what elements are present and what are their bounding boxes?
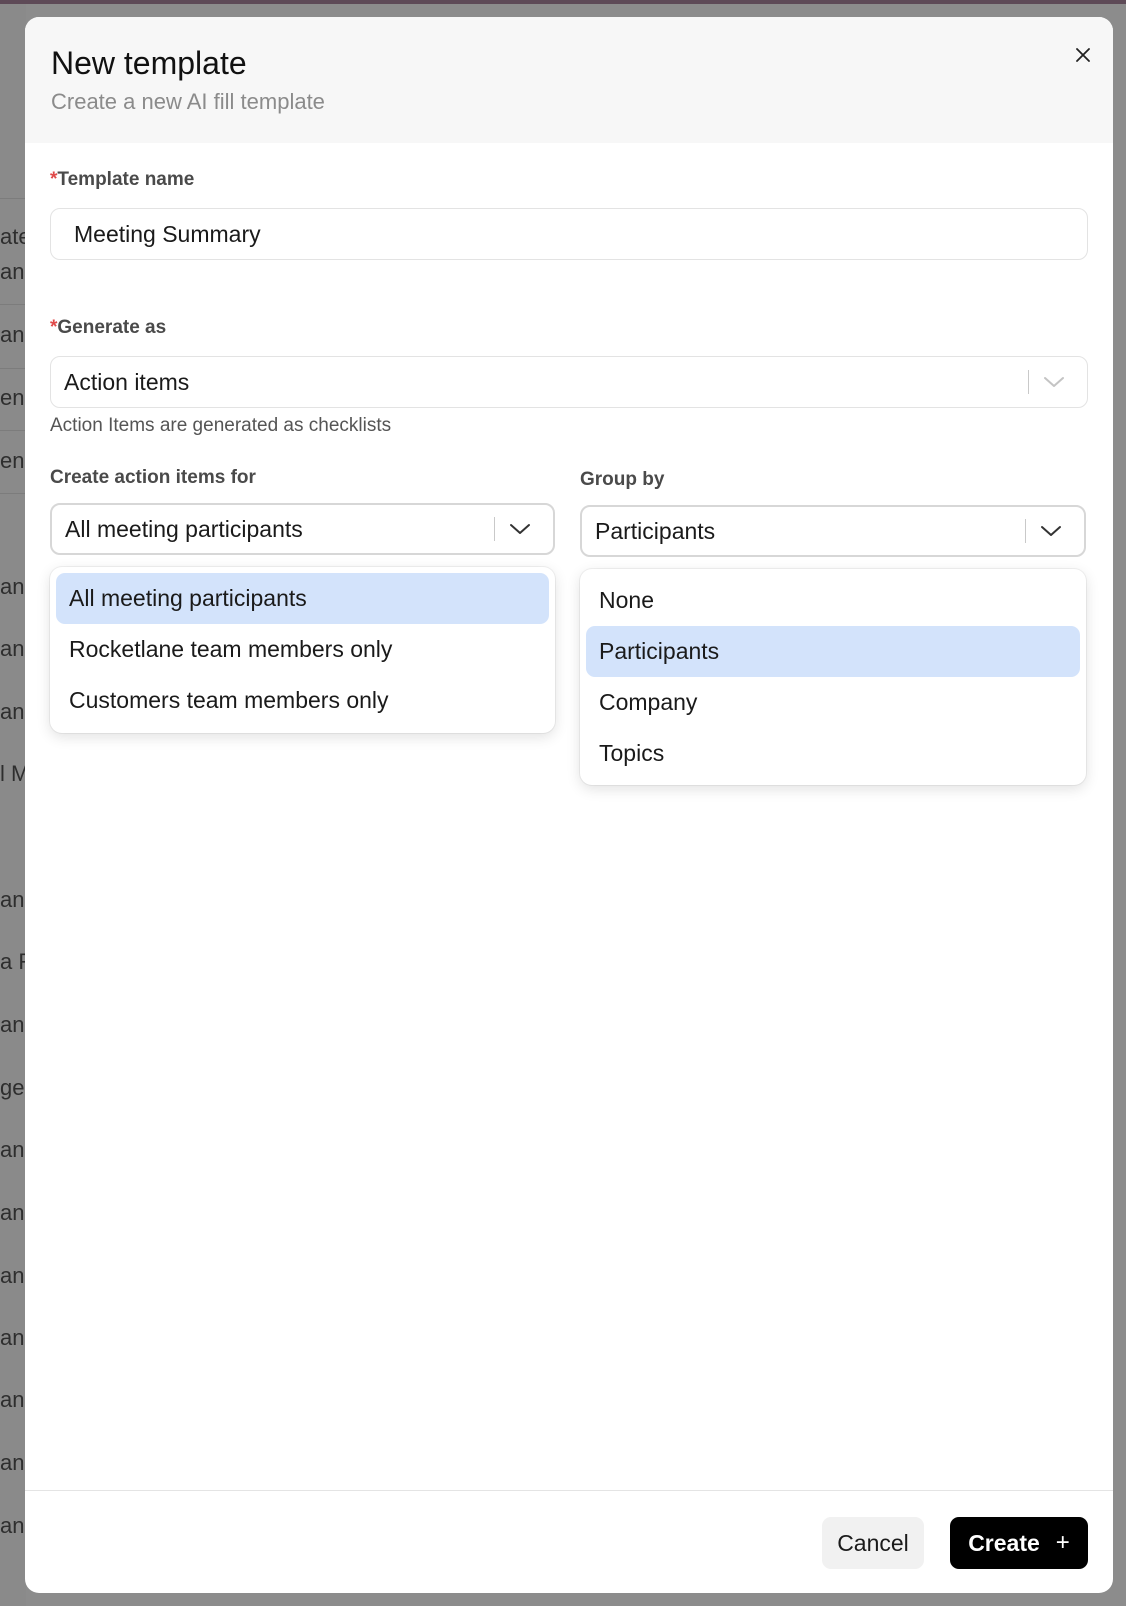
group-by-label: Group by [580,469,665,490]
group-by-menu: None Participants Company Topics [580,569,1086,785]
background-row [0,134,26,199]
group-by-select[interactable]: Participants [580,505,1086,557]
background-text: an [0,1513,25,1538]
create-for-value: All meeting participants [65,515,303,542]
template-name-label-text: Template name [57,169,195,190]
background-text: an [0,574,25,599]
background-text: an [0,1263,25,1288]
plus-icon: + [1055,1529,1070,1556]
select-indicators [1025,507,1084,555]
close-button[interactable] [1069,41,1097,69]
background-text: an [0,1387,25,1412]
footer-divider [25,1490,1113,1491]
background-row [0,366,26,431]
generate-as-value: Action items [64,368,190,395]
create-for-label: Create action items for [50,467,256,488]
template-name-label: *Template name [50,169,194,191]
background-text: an [0,1450,25,1475]
new-template-modal: New template Create a new AI fill templa… [25,17,1113,1593]
template-name-value: Meeting Summary [74,220,261,247]
create-for-option[interactable]: Rocketlane team members only [56,624,549,675]
background-text: gel [0,1075,26,1100]
background-text: a R [0,949,26,974]
background-text: an [0,636,25,661]
background-text: an [0,1137,25,1162]
close-icon [1076,48,1090,62]
create-label: Create [968,1529,1040,1556]
modal-subtitle: Create a new AI fill template [51,89,325,114]
background-text: an [0,1200,25,1225]
background-text: an [0,887,25,912]
create-for-menu: All meeting participants Rocketlane team… [50,567,555,733]
group-by-option[interactable]: Company [586,677,1080,728]
app-top-bar [0,0,1126,4]
generate-as-label: *Generate as [50,317,166,339]
group-by-option[interactable]: None [586,575,1080,626]
background-text: an [0,1012,25,1037]
modal-header: New template Create a new AI fill templa… [25,17,1113,143]
cancel-label: Cancel [837,1529,909,1556]
background-row [0,240,26,305]
indicator-separator [1028,370,1029,394]
indicator-separator [1025,519,1026,543]
create-button[interactable]: Create + [950,1517,1088,1569]
background-text: an [0,699,25,724]
group-by-option[interactable]: Participants [586,626,1080,677]
chevron-down-icon[interactable] [1040,525,1084,537]
background-text: l M [0,761,26,786]
chevron-down-icon[interactable] [1043,376,1087,388]
indicator-separator [494,517,495,541]
background-row [0,304,26,369]
modal-title: New template [51,45,247,81]
select-indicators [1028,357,1087,407]
background-text: an [0,1325,25,1350]
background-list: ate an an enu enu an an an l M an a R an… [0,4,26,1606]
select-indicators [494,505,553,553]
generate-as-helper: Action Items are generated as checklists [50,415,392,436]
group-by-option[interactable]: Topics [586,728,1080,779]
create-for-option[interactable]: All meeting participants [56,573,549,624]
create-for-select[interactable]: All meeting participants [50,503,555,555]
generate-as-label-text: Generate as [57,317,167,338]
create-for-option[interactable]: Customers team members only [56,675,549,726]
background-row [0,429,26,494]
chevron-down-icon[interactable] [509,523,553,535]
generate-as-select[interactable]: Action items [50,356,1088,408]
cancel-button[interactable]: Cancel [822,1517,924,1569]
group-by-value: Participants [595,517,716,544]
template-name-input[interactable]: Meeting Summary [50,208,1088,260]
